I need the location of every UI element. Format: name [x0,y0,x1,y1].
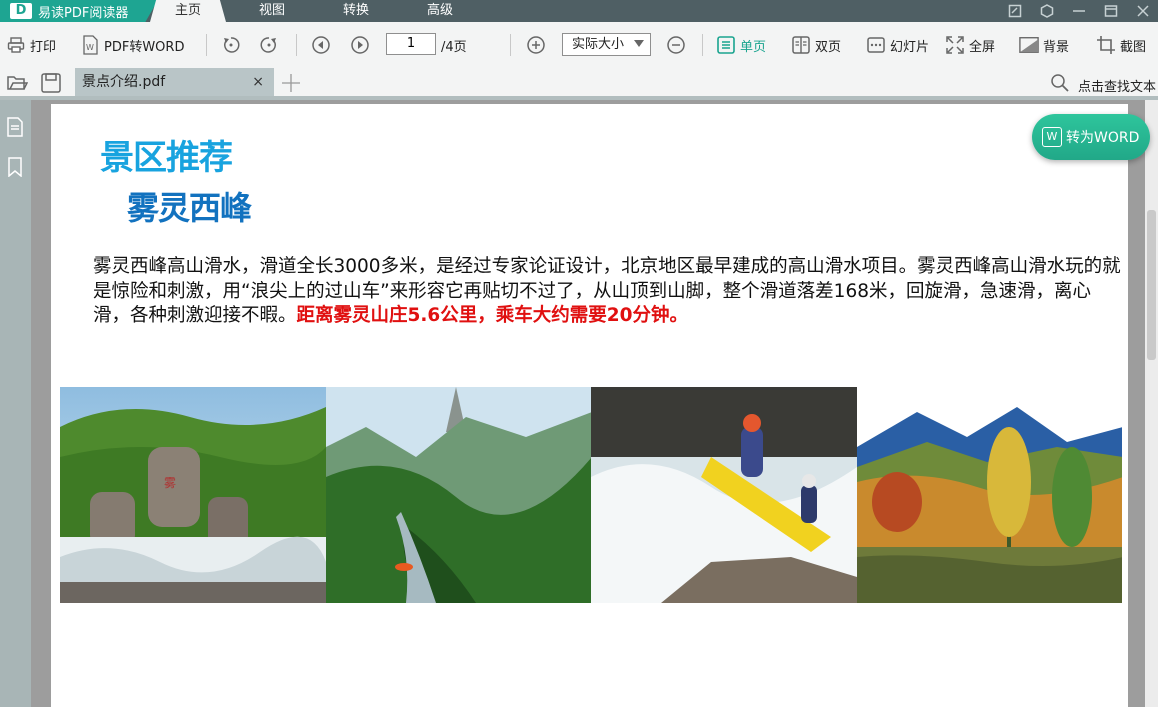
photo-autumn-lake [856,387,1122,603]
fullscreen-icon [945,35,965,55]
zoom-out-icon [666,35,686,55]
close-window-icon[interactable] [1134,2,1152,20]
convert-to-word-button[interactable]: W 转为WORD [1032,114,1150,160]
zoom-value: 实际大小 [572,37,625,52]
screenshot-button[interactable]: 截图 [1096,33,1146,57]
zoom-in-icon [526,35,546,55]
zoom-out-button[interactable] [666,33,690,57]
search-text-button[interactable]: 点击查找文本 [1050,73,1156,97]
app-logo-block: D 易读PDF阅读器 [0,0,158,22]
page-number-input[interactable]: 1 [386,33,436,55]
title-bar: D 易读PDF阅读器 主页 视图 转换 高级 [0,0,1158,22]
word-icon: W [1042,127,1062,147]
rotate-right-icon [259,35,279,55]
prev-page-button[interactable] [311,33,335,57]
save-icon[interactable] [40,72,62,98]
app-name: 易读PDF阅读器 [38,5,129,21]
zoom-select[interactable]: 实际大小 [562,33,651,56]
menu-tab-advanced[interactable]: 高级 [404,0,476,22]
rotate-right-button[interactable] [259,33,283,57]
close-tab-icon[interactable]: × [252,68,264,97]
single-page-label: 单页 [740,39,767,55]
document-tab-label: 景点介绍.pdf [82,74,166,90]
document-tab[interactable]: 景点介绍.pdf × [75,68,274,97]
slideshow-button[interactable]: 幻灯片 [866,33,929,57]
svg-text:雾: 雾 [164,476,176,490]
word-file-icon: W [80,35,100,55]
photo-stone-waterfall: 雾 [60,387,326,603]
photo-mountain-rafting [325,387,591,603]
background-icon [1019,35,1039,55]
app-logo-icon: D [10,3,32,19]
menu-tab-home[interactable]: 主页 [150,0,226,22]
slideshow-icon [866,35,886,55]
rotate-left-icon [221,35,241,55]
single-page-icon [716,35,736,55]
convert-to-word-label: 转为WORD [1066,130,1140,146]
print-label: 打印 [30,39,57,55]
fullscreen-label: 全屏 [969,39,996,55]
slideshow-label: 幻灯片 [890,39,930,55]
zoom-in-button[interactable] [526,33,550,57]
menu-tab-convert[interactable]: 转换 [320,0,392,22]
prev-page-icon [311,35,331,55]
pdf-to-word-button[interactable]: W PDF转WORD [80,33,184,57]
scrollbar-thumb[interactable] [1147,210,1156,360]
background-button[interactable]: 背景 [1019,33,1069,57]
left-sidebar [0,100,31,707]
fullscreen-button[interactable]: 全屏 [945,33,995,57]
search-text-label: 点击查找文本 [1078,79,1157,95]
open-file-icon[interactable] [6,72,29,98]
page-heading-secondary: 雾灵西峰 [127,189,252,227]
double-page-icon [791,35,811,55]
menu-tab-view[interactable]: 视图 [236,0,308,22]
double-page-label: 双页 [815,39,842,55]
svg-text:W: W [86,43,94,52]
new-tab-button[interactable] [280,72,302,94]
settings-icon[interactable] [1038,2,1056,20]
pdf-to-word-label: PDF转WORD [104,39,185,55]
background-label: 背景 [1043,39,1070,55]
screenshot-label: 截图 [1120,39,1147,55]
maximize-icon[interactable] [1102,2,1120,20]
photo-strip: 雾 [60,387,1122,603]
rotate-left-button[interactable] [221,33,245,57]
paragraph-highlight: 距离雾灵山庄5.6公里，乘车大约需要20分钟。 [296,305,689,326]
minimize-icon[interactable] [1070,2,1088,20]
printer-icon [6,35,26,55]
feedback-icon[interactable] [1006,2,1024,20]
page-total: /4页 [441,40,467,55]
single-page-button[interactable]: 单页 [716,33,766,57]
bookmark-icon[interactable] [4,156,26,178]
page-heading-primary: 景区推荐 [100,138,233,178]
double-page-button[interactable]: 双页 [791,33,841,57]
vertical-scrollbar[interactable] [1145,100,1158,707]
page-paragraph: 雾灵西峰高山滑水，滑道全长3000多米，是经过专家论证设计，北京地区最早建成的高… [93,255,1123,329]
search-icon [1050,73,1070,97]
crop-icon [1096,35,1116,55]
next-page-button[interactable] [350,33,374,57]
thumbnail-panel-icon[interactable] [4,116,26,138]
photo-whitewater-rafting [591,387,857,603]
chevron-down-icon [634,40,644,47]
next-page-icon [350,35,370,55]
print-button[interactable]: 打印 [6,33,56,57]
